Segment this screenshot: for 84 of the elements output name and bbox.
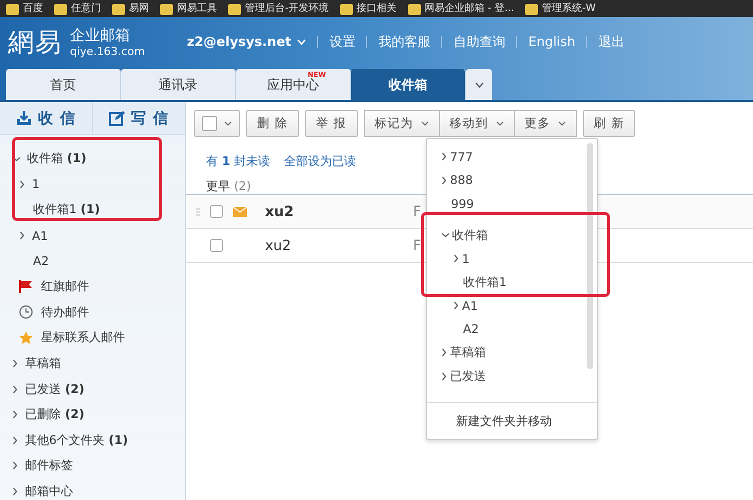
compose-button[interactable]: 写 信 bbox=[92, 102, 185, 134]
sender-name: xu2 bbox=[265, 238, 292, 254]
account-name[interactable]: z2@elysys.net bbox=[186, 34, 292, 50]
menu-item[interactable]: 1 bbox=[462, 252, 470, 266]
folder-item[interactable]: 已发送 (2) bbox=[25, 380, 84, 398]
folder-item[interactable]: 待办邮件 bbox=[41, 304, 89, 321]
menu-item[interactable]: 已发送 bbox=[450, 368, 486, 385]
menu-item[interactable]: 999 bbox=[451, 196, 474, 211]
message-preview: F bbox=[413, 238, 422, 254]
menu-item[interactable]: 777 bbox=[450, 150, 473, 164]
bookmark-link[interactable]: 接口相关 bbox=[356, 2, 397, 15]
folder-item[interactable]: 红旗邮件 bbox=[41, 278, 89, 296]
bookmark-icon bbox=[525, 2, 538, 14]
bookmark-link[interactable]: 网易企业邮箱 - 登... bbox=[424, 2, 514, 15]
clock-icon bbox=[19, 305, 33, 320]
product-name: 企业邮箱 bbox=[70, 26, 131, 45]
envelope-icon bbox=[233, 206, 247, 216]
caret-icon bbox=[420, 121, 429, 126]
folder-item[interactable]: 邮箱中心 bbox=[25, 483, 73, 500]
toolbar-button[interactable]: 举 报 bbox=[304, 110, 358, 137]
folder-item[interactable]: 其他6个文件夹 (1) bbox=[25, 432, 128, 449]
edit-icon bbox=[108, 110, 125, 126]
caret-icon bbox=[224, 121, 232, 126]
bookmark-icon bbox=[6, 2, 19, 14]
bookmark-icon bbox=[228, 2, 241, 14]
brand-logo: 網易 bbox=[8, 26, 62, 60]
menu-item[interactable]: 收件箱 bbox=[452, 226, 488, 244]
caret-icon bbox=[297, 39, 306, 45]
bookmark-link[interactable]: 管理系统-W bbox=[542, 2, 596, 15]
bookmark-icon bbox=[54, 2, 67, 14]
select-all-button[interactable] bbox=[194, 110, 240, 137]
menu-item[interactable]: 收件箱1 bbox=[463, 274, 507, 291]
checkbox-icon bbox=[210, 239, 223, 252]
scrollbar[interactable] bbox=[587, 143, 593, 369]
folder-item[interactable]: 已删除 (2) bbox=[25, 406, 84, 424]
toolbar-button[interactable]: 刷 新 bbox=[582, 110, 636, 137]
folder-item[interactable]: 1 bbox=[32, 177, 40, 192]
group-count: (2) bbox=[234, 179, 251, 193]
menu-item[interactable]: A1 bbox=[462, 298, 478, 313]
menu-item[interactable]: A2 bbox=[463, 322, 479, 336]
folder-item[interactable]: 草稿箱 bbox=[25, 355, 61, 372]
nav-tab[interactable]: 首页 bbox=[6, 69, 121, 100]
caret-icon bbox=[474, 82, 484, 88]
star-icon bbox=[19, 330, 33, 345]
header-link[interactable]: 设置 bbox=[329, 33, 356, 51]
bookmark-link[interactable]: 易网 bbox=[129, 2, 149, 15]
receive-button[interactable]: 收 信 bbox=[0, 102, 92, 134]
unread-count: 有 1 封未读 bbox=[206, 153, 270, 170]
bookmark-icon bbox=[160, 2, 173, 14]
checkbox-icon bbox=[210, 205, 223, 218]
bookmark-link[interactable]: 网易工具 bbox=[177, 2, 217, 15]
caret-icon bbox=[496, 121, 504, 126]
sender-name: xu2 bbox=[265, 204, 295, 220]
group-label: 更早 bbox=[206, 179, 230, 193]
download-icon bbox=[16, 110, 32, 126]
toolbar-button[interactable]: 删 除 bbox=[246, 110, 299, 137]
bookmark-icon bbox=[340, 2, 353, 14]
tab-menu-button[interactable] bbox=[466, 69, 492, 100]
message-preview: F bbox=[413, 204, 422, 220]
menu-button[interactable]: 标记为 bbox=[364, 110, 440, 137]
bookmark-link[interactable]: 管理后台-开发环境 bbox=[245, 2, 329, 15]
bookmark-icon bbox=[112, 2, 125, 14]
domain-text: qiye.163.com bbox=[70, 45, 145, 58]
mark-all-read-link[interactable]: 全部设为已读 bbox=[284, 153, 356, 170]
bookmark-link[interactable]: 任意门 bbox=[71, 2, 101, 15]
drag-handle-icon bbox=[196, 208, 200, 216]
header-link[interactable]: 我的客服 bbox=[378, 33, 430, 51]
nav-tab[interactable]: 通讯录 bbox=[121, 69, 236, 100]
folder-item[interactable]: A1 bbox=[32, 228, 48, 243]
bookmark-icon bbox=[408, 2, 421, 14]
menu-item[interactable]: 草稿箱 bbox=[450, 344, 486, 362]
new-folder-move-item[interactable]: 新建文件夹并移动 bbox=[456, 412, 552, 430]
menu-item[interactable]: 888 bbox=[450, 173, 473, 188]
folder-item[interactable]: 星标联系人邮件 bbox=[41, 329, 125, 346]
folder-item[interactable]: 收件箱 (1) bbox=[27, 150, 86, 168]
folder-item[interactable]: A2 bbox=[33, 254, 49, 268]
menu-button[interactable]: 移动到 bbox=[440, 110, 515, 137]
menu-button[interactable]: 更多 bbox=[514, 110, 577, 137]
nav-tab[interactable]: 收件箱 bbox=[351, 69, 466, 100]
folder-item[interactable]: 邮件标签 bbox=[25, 457, 73, 474]
folder-item[interactable]: 收件箱1 (1) bbox=[33, 201, 100, 218]
flag-icon bbox=[19, 280, 33, 294]
bookmark-link[interactable]: 百度 bbox=[23, 2, 43, 15]
caret-icon bbox=[558, 121, 566, 126]
